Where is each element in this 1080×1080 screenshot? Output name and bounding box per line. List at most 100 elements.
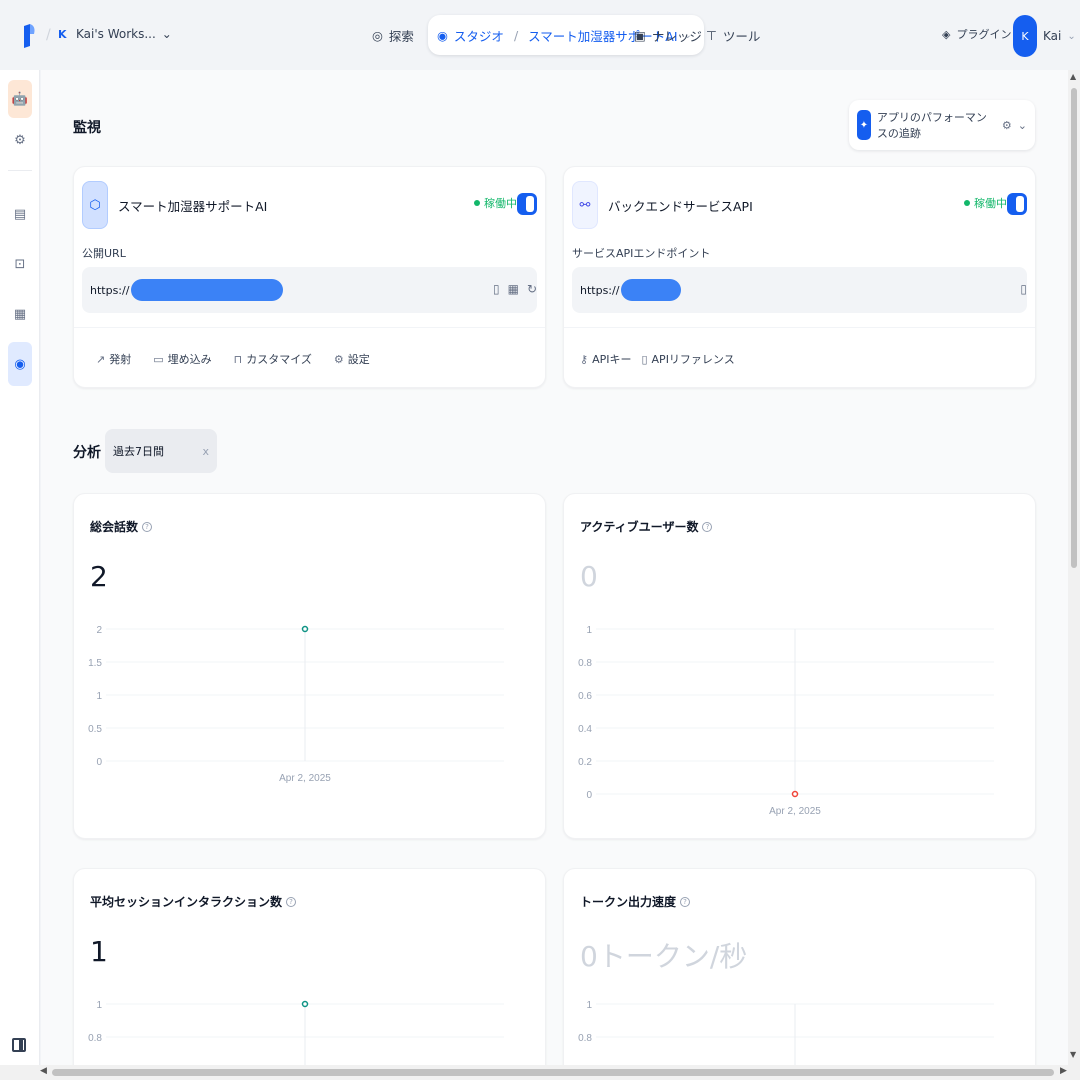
compass-icon: ◎ bbox=[372, 27, 383, 43]
help-icon[interactable]: ? bbox=[702, 521, 713, 532]
orchestrate-icon[interactable]: ⚙ bbox=[8, 128, 32, 152]
cube-icon: ◈ bbox=[942, 27, 951, 41]
metric-title: 平均セッションインタラクション数? bbox=[90, 893, 297, 910]
y-tick-label: 0.8 bbox=[578, 1033, 592, 1044]
api-endpoint-field[interactable]: https:// bbox=[572, 267, 1027, 313]
monitor-title: 監視 bbox=[73, 120, 101, 136]
y-tick-label: 0 bbox=[586, 790, 592, 801]
track-performance-button[interactable]: ✦ アプリのパフォーマンスの追跡 ⚙ ⌄ bbox=[849, 100, 1035, 150]
scroll-right-icon[interactable]: ▶ bbox=[1060, 1066, 1067, 1076]
help-icon[interactable]: ? bbox=[286, 896, 297, 907]
chevron-down-icon[interactable]: ⌄ bbox=[1018, 119, 1027, 132]
settings-icon[interactable]: ⚙ bbox=[1002, 119, 1012, 132]
public-url-label: 公開URL bbox=[82, 247, 126, 260]
nav-studio-label: スタジオ bbox=[453, 28, 504, 44]
x-tick-label: Apr 2, 2025 bbox=[769, 806, 821, 817]
y-tick-label: 0.5 bbox=[88, 724, 102, 735]
app-logo[interactable] bbox=[22, 22, 36, 48]
workspace-switcher[interactable]: K Kai's Works... ⌄ bbox=[58, 27, 172, 41]
nav-explore[interactable]: ◎ 探索 bbox=[372, 15, 414, 55]
status-dot bbox=[474, 200, 480, 206]
scroll-up-icon[interactable]: ▲ bbox=[1070, 72, 1076, 81]
left-sidebar: 🤖 ⚙ ▤ ⊡ ▦ ◉ bbox=[0, 70, 40, 1065]
api-name: バックエンドサービスAPI bbox=[608, 198, 753, 214]
api-key-button[interactable]: ⚷ APIキー bbox=[580, 351, 631, 367]
monitor-icon[interactable]: ◉ bbox=[8, 342, 32, 386]
refresh-icon[interactable]: ↻ bbox=[527, 282, 537, 296]
customize-button[interactable]: ⊓ カスタマイズ bbox=[234, 351, 312, 367]
main-content: 監視 ✦ アプリのパフォーマンスの追跡 ⚙ ⌄ ⬡ スマート加湿器サポートAI … bbox=[41, 70, 1068, 1065]
qr-code-icon[interactable]: ▦ bbox=[508, 282, 519, 296]
help-icon[interactable]: ? bbox=[680, 896, 691, 907]
workspace-initial: K bbox=[58, 27, 67, 41]
metric-value: 0 bbox=[580, 560, 598, 593]
scrollbar-thumb[interactable] bbox=[52, 1069, 1054, 1076]
scroll-left-icon[interactable]: ◀ bbox=[40, 1066, 47, 1076]
status-label: 稼働中 bbox=[484, 197, 517, 210]
active-users-chart: 0 0.2 0.4 0.6 0.8 1 Apr 2, 2025 bbox=[578, 625, 994, 817]
api-endpoint-label: サービスAPIエンドポイント bbox=[572, 247, 711, 260]
url-redacted bbox=[131, 279, 284, 301]
embed-button[interactable]: ▭ 埋め込み bbox=[153, 351, 211, 367]
y-tick-label: 1.5 bbox=[88, 658, 102, 669]
book-icon: ▣ bbox=[634, 27, 646, 43]
horizontal-scrollbar[interactable]: ◀ ▶ bbox=[0, 1065, 1080, 1080]
vertical-scrollbar[interactable]: ▲ ▼ bbox=[1068, 70, 1080, 1065]
nav-explore-label: 探索 bbox=[388, 28, 414, 44]
metric-title: トークン出力速度? bbox=[580, 893, 691, 910]
top-bar: / K Kai's Works... ⌄ ◎ 探索 ◉ スタジオ / スマート加… bbox=[0, 0, 1080, 70]
chevron-down-icon: ⌄ bbox=[1067, 30, 1076, 42]
webapp-toggle[interactable] bbox=[517, 193, 537, 215]
api-toggle[interactable] bbox=[1007, 193, 1027, 215]
hammer-icon: ⊤ bbox=[706, 27, 717, 43]
customize-label: カスタマイズ bbox=[246, 353, 312, 366]
settings-button[interactable]: ⚙ 設定 bbox=[334, 351, 370, 367]
avatar: K bbox=[1013, 15, 1037, 57]
metric-value: 1 bbox=[90, 935, 108, 968]
layout-icon[interactable]: ▤ bbox=[8, 202, 32, 226]
app-avatar-icon[interactable]: 🤖 bbox=[8, 80, 32, 118]
sidebar-divider bbox=[8, 170, 32, 171]
key-icon: ⚷ bbox=[580, 353, 589, 366]
public-url-field[interactable]: https:// bbox=[82, 267, 537, 313]
x-tick-label: Apr 2, 2025 bbox=[279, 773, 331, 784]
y-tick-label: 1 bbox=[96, 691, 102, 702]
scroll-down-icon[interactable]: ▼ bbox=[1070, 1050, 1076, 1059]
copy-icon[interactable]: ▯ bbox=[493, 282, 500, 296]
clear-filter-button[interactable]: x bbox=[202, 445, 209, 458]
launch-button[interactable]: ↗ 発射 bbox=[96, 351, 131, 367]
data-point bbox=[301, 625, 309, 633]
logs-icon[interactable]: ▦ bbox=[8, 302, 32, 326]
nav-knowledge[interactable]: ▣ ナレッジ bbox=[634, 15, 702, 55]
period-filter[interactable]: 過去7日間 x bbox=[105, 429, 217, 473]
copy-icon[interactable]: ▯ bbox=[1020, 282, 1027, 296]
user-menu[interactable]: K Kai ⌄ bbox=[1013, 15, 1076, 57]
plugins-button[interactable]: ◈ プラグイン bbox=[942, 26, 1011, 42]
period-label: 過去7日間 bbox=[113, 445, 164, 458]
settings-label: 設定 bbox=[347, 353, 370, 366]
api-card: ⚯ バックエンドサービスAPI 稼働中 サービスAPIエンドポイント https… bbox=[563, 166, 1036, 388]
collapse-sidebar-icon[interactable] bbox=[12, 1038, 26, 1052]
metric-title-label: 総会話数 bbox=[90, 520, 139, 534]
y-tick-label: 0.4 bbox=[578, 724, 592, 735]
scrollbar-thumb[interactable] bbox=[1071, 88, 1077, 568]
help-icon[interactable]: ? bbox=[142, 521, 153, 532]
sliders-icon: ⚙ bbox=[333, 353, 344, 366]
url-redacted bbox=[621, 279, 682, 301]
external-link-icon: ↗ bbox=[96, 353, 106, 366]
y-tick-label: 0.2 bbox=[578, 757, 592, 768]
terminal-icon[interactable]: ⊡ bbox=[8, 252, 32, 276]
analytics-title: 分析 bbox=[73, 445, 101, 461]
metric-title: アクティブユーザー数? bbox=[580, 518, 713, 535]
api-key-label: APIキー bbox=[592, 353, 632, 366]
card-divider bbox=[564, 327, 1035, 328]
nav-tools[interactable]: ⊤ ツール bbox=[706, 15, 760, 55]
window-icon: ▭ bbox=[153, 353, 164, 366]
metric-title-label: 平均セッションインタラクション数 bbox=[90, 895, 283, 909]
api-reference-button[interactable]: ▯ APIリファレンス bbox=[641, 351, 734, 367]
metric-title-label: アクティブユーザー数 bbox=[580, 520, 699, 534]
webapp-name: スマート加湿器サポートAI bbox=[118, 198, 268, 214]
api-icon: ⚯ bbox=[572, 181, 598, 229]
y-tick-label: 0.8 bbox=[578, 658, 592, 669]
metric-card: アクティブユーザー数? 0 0 0.2 0.4 0.6 0.8 1 Apr 2, 2025 bbox=[563, 493, 1036, 839]
